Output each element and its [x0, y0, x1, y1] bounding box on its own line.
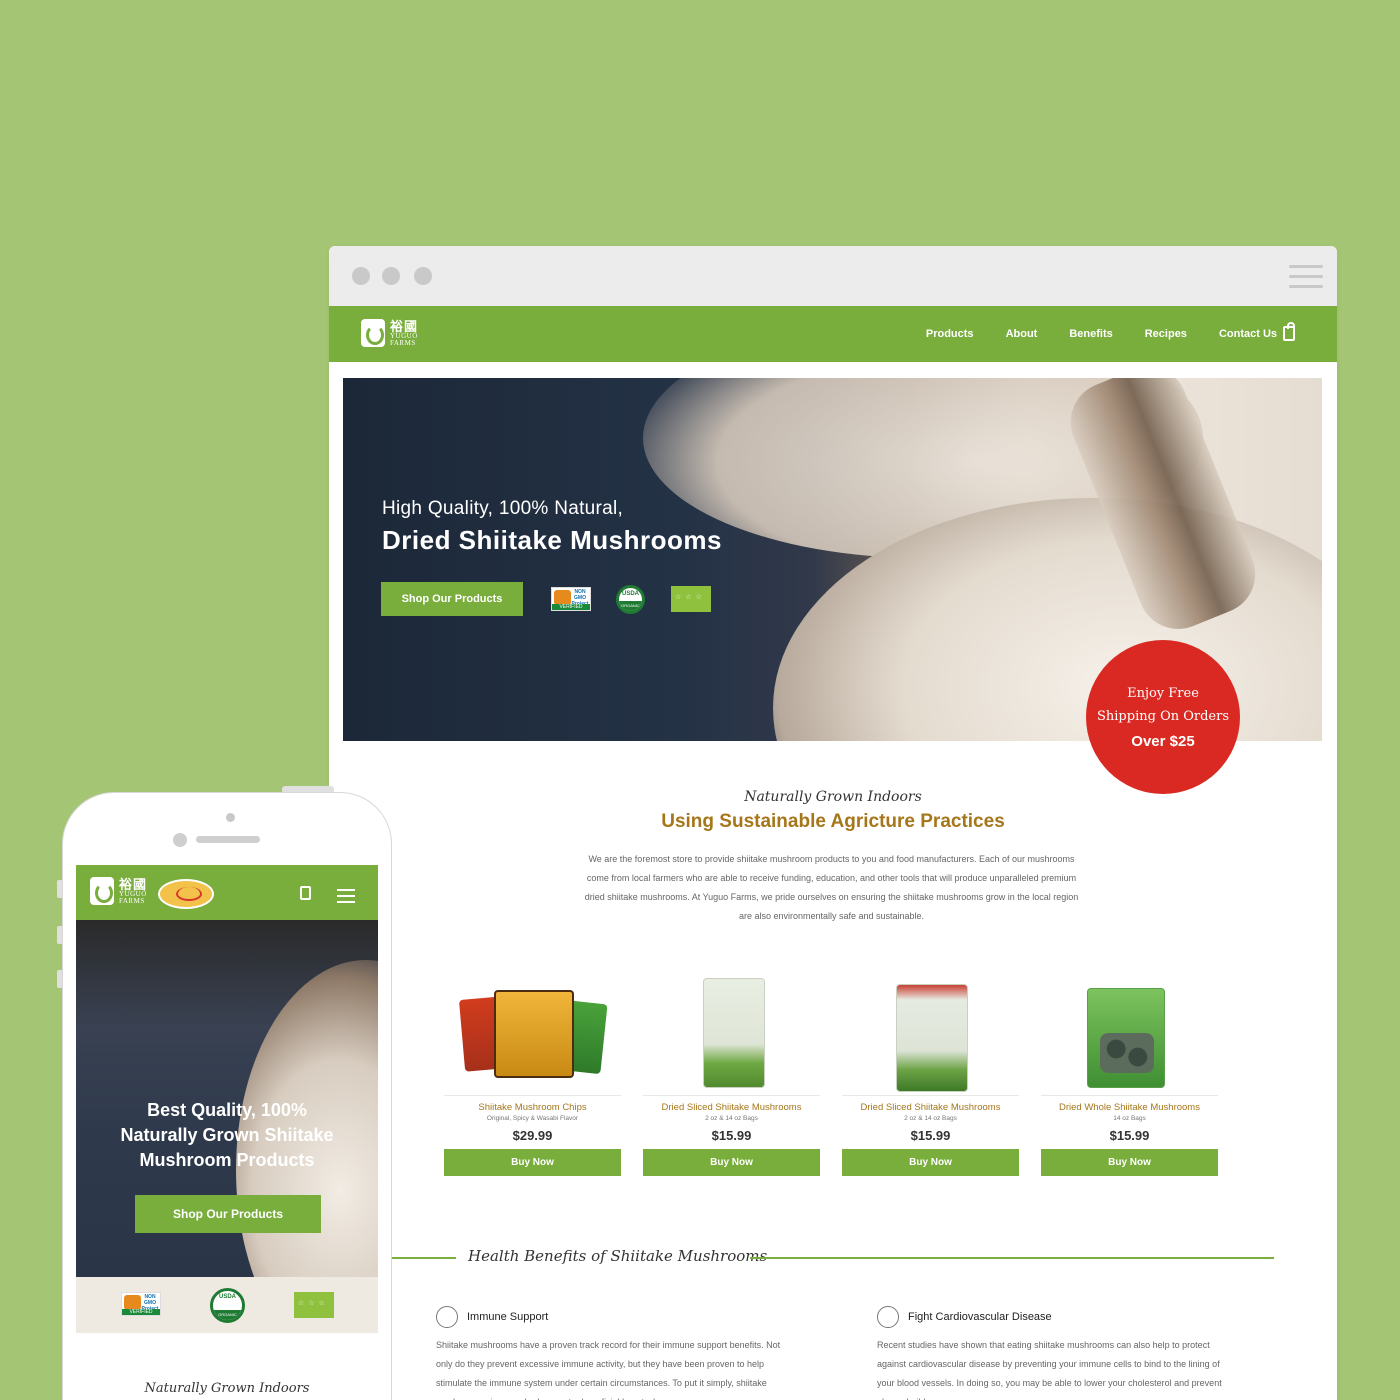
logo-english-text: FARMS — [119, 896, 145, 905]
window-dot-icon — [382, 267, 400, 285]
shopping-bag-icon[interactable] — [1283, 322, 1295, 341]
nav-links: Products About Benefits Recipes Contact … — [926, 306, 1277, 362]
product-card: Shiitake Mushroom Chips Original, Spicy … — [444, 966, 621, 1176]
benefits-section-title: Health Benefits of Shiitake Mushrooms — [468, 1247, 768, 1265]
product-image[interactable] — [444, 966, 621, 1096]
divider — [392, 1257, 456, 1259]
nav-link-about[interactable]: About — [1006, 328, 1038, 340]
product-desc: 2 oz & 14 oz Bags — [904, 1115, 957, 1122]
hamburger-menu-icon[interactable] — [337, 889, 355, 907]
non-gmo-verified-badge: NON GMO Project VERIFIED — [551, 587, 591, 611]
product-desc: 2 oz & 14 oz Bags — [705, 1115, 758, 1122]
usda-organic-badge: USDA ORGANIC — [616, 585, 645, 614]
intro-heading: Using Sustainable Agricture Practices — [661, 811, 1005, 832]
logo-mark-icon — [90, 877, 114, 905]
divider — [750, 1257, 1274, 1259]
buy-now-button[interactable]: Buy Now — [1041, 1149, 1218, 1176]
buy-now-button[interactable]: Buy Now — [444, 1149, 621, 1176]
shop-our-products-button[interactable]: Shop Our Products — [381, 582, 523, 616]
desktop-browser-mockup: 裕國 YUGUO FARMS Products About Benefits R… — [329, 246, 1337, 1400]
intro-script-title: Naturally Grown Indoors — [744, 789, 922, 805]
site-header-nav: 裕國 YUGUO FARMS Products About Benefits R… — [329, 306, 1337, 362]
logo-english-text: FARMS — [390, 338, 416, 347]
product-name[interactable]: Dried Sliced Shiitake Mushrooms — [643, 1102, 820, 1113]
benefit-text: Recent studies have shown that eating sh… — [877, 1340, 1222, 1400]
benefit-text: Shiitake mushrooms have a proven track r… — [436, 1340, 781, 1400]
product-price: $29.99 — [512, 1128, 553, 1143]
eu-organic-badge — [294, 1292, 334, 1318]
nav-link-recipes[interactable]: Recipes — [1145, 328, 1187, 340]
mobile-hero-title: Best Quality, 100% Naturally Grown Shiit… — [120, 1100, 334, 1170]
non-gmo-verified-badge: NON GMO Project VERIFIED — [121, 1292, 161, 1316]
logo-chinese-text: 裕國 — [390, 318, 419, 334]
hero-title: Dried Shiitake Mushrooms — [382, 525, 722, 555]
browser-menu-icon[interactable] — [1289, 265, 1323, 288]
phone-speaker-icon — [196, 836, 260, 843]
product-name[interactable]: Dried Whole Shiitake Mushrooms — [1041, 1102, 1218, 1113]
specialty-food-association-logo — [158, 879, 214, 909]
certification-badges: NON GMO Project VERIFIED USDA ORGANIC — [76, 1277, 378, 1333]
heart-health-icon — [877, 1306, 899, 1328]
free-shipping-badge: Enjoy Free Shipping On Orders Over $25 — [1086, 640, 1240, 794]
mobile-phone-mockup: 裕國 YUGUO FARMS Best Quality, 100% Natura… — [62, 792, 392, 1400]
shop-our-products-button[interactable]: Shop Our Products — [135, 1195, 321, 1233]
browser-title-bar — [329, 246, 1337, 306]
product-name[interactable]: Dried Sliced Shiitake Mushrooms — [842, 1102, 1019, 1113]
logo-chinese-text: 裕國 — [119, 876, 148, 892]
eu-organic-badge — [671, 586, 711, 612]
usda-organic-badge: USDA ORGANIC — [210, 1288, 245, 1323]
phone-camera-icon — [226, 813, 235, 822]
product-card: Dried Sliced Shiitake Mushrooms 2 oz & 1… — [643, 966, 820, 1176]
product-desc: 14 oz Bags — [1113, 1115, 1146, 1122]
shopping-bag-icon[interactable] — [300, 886, 311, 900]
mobile-intro-script-title: Naturally Grown Indoors — [144, 1381, 310, 1396]
intro-body: We are the foremost store to provide shi… — [584, 854, 1079, 921]
product-image[interactable] — [1041, 966, 1218, 1096]
buy-now-button[interactable]: Buy Now — [842, 1149, 1019, 1176]
logo-mark-icon — [361, 319, 385, 347]
product-price: $15.99 — [910, 1128, 951, 1143]
product-price: $15.99 — [1109, 1128, 1150, 1143]
buy-now-button[interactable]: Buy Now — [643, 1149, 820, 1176]
nav-link-benefits[interactable]: Benefits — [1069, 328, 1112, 340]
phone-sensor-icon — [173, 833, 187, 847]
product-card: Dried Sliced Shiitake Mushrooms 2 oz & 1… — [842, 966, 1019, 1176]
immune-support-icon — [436, 1306, 458, 1328]
hero-subtitle: High Quality, 100% Natural, — [382, 498, 624, 519]
yuguo-farms-logo[interactable]: 裕國 YUGUO FARMS — [90, 877, 147, 905]
product-image[interactable] — [643, 966, 820, 1096]
yuguo-farms-logo[interactable]: 裕國 YUGUO FARMS — [361, 319, 418, 347]
nav-link-products[interactable]: Products — [926, 328, 974, 340]
nav-link-contact[interactable]: Contact Us — [1219, 328, 1277, 340]
mobile-header-nav: 裕國 YUGUO FARMS — [76, 865, 378, 920]
benefit-title: Fight Cardiovascular Disease — [908, 1311, 1052, 1323]
mobile-screen: 裕國 YUGUO FARMS Best Quality, 100% Natura… — [76, 865, 378, 1400]
benefit-title: Immune Support — [467, 1311, 549, 1323]
product-image[interactable] — [842, 966, 1019, 1096]
product-desc: Original, Spicy & Wasabi Flavor — [486, 1115, 579, 1122]
window-dot-icon — [352, 267, 370, 285]
window-dot-icon — [414, 267, 432, 285]
product-card: Dried Whole Shiitake Mushrooms 14 oz Bag… — [1041, 966, 1218, 1176]
product-price: $15.99 — [711, 1128, 752, 1143]
mobile-hero-banner: Best Quality, 100% Naturally Grown Shiit… — [76, 920, 378, 1277]
product-name[interactable]: Shiitake Mushroom Chips — [444, 1102, 621, 1113]
